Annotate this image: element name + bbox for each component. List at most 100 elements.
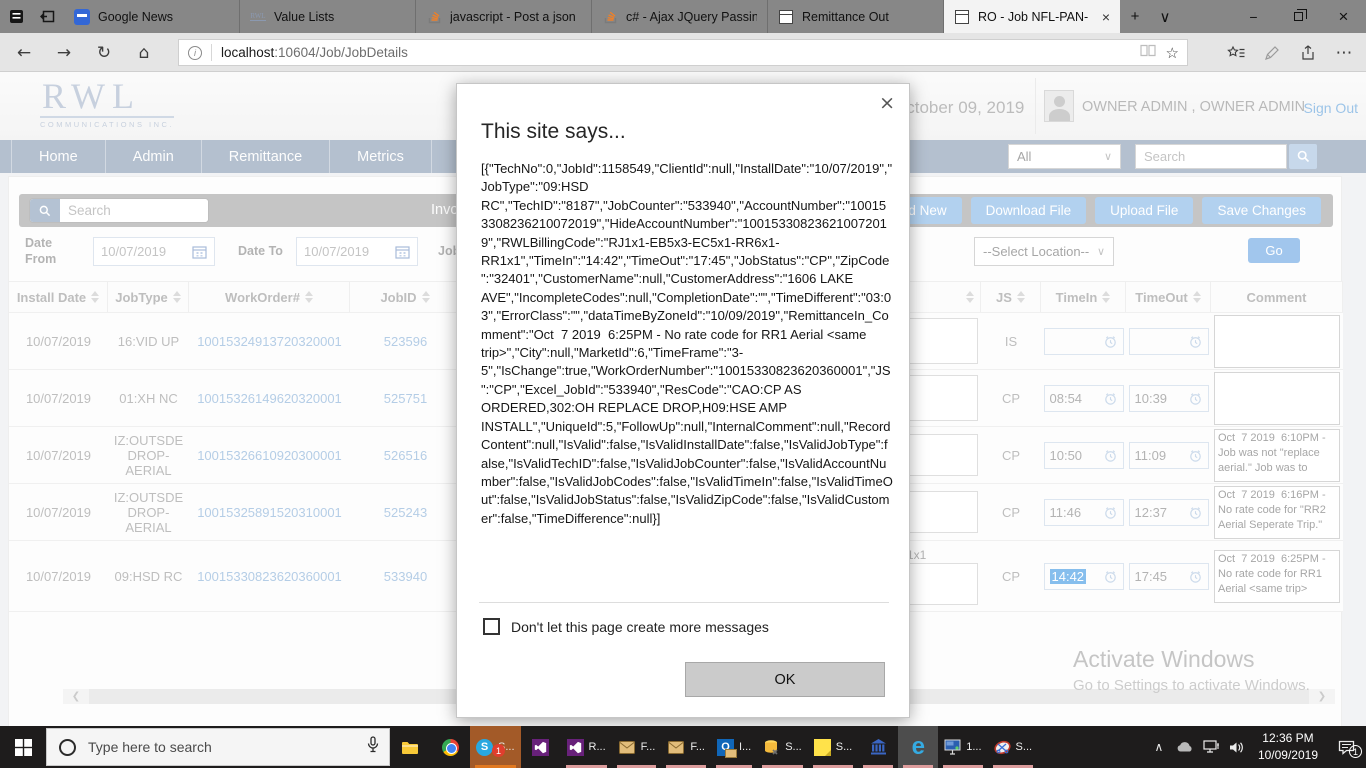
site-info-icon[interactable]: i — [188, 45, 202, 60]
onedrive-icon[interactable] — [1172, 726, 1198, 768]
bank-app-button[interactable] — [858, 726, 898, 768]
folder-icon — [402, 741, 418, 754]
bank-icon — [870, 739, 886, 755]
sql-server-button[interactable]: S... — [757, 726, 808, 768]
close-window-button[interactable]: × — [1321, 0, 1366, 33]
url-field[interactable]: i localhost :10604/Job/JobDetails ☆ — [178, 39, 1188, 66]
tab-label: javascript - Post a json — [450, 9, 576, 24]
mail-window-button-1[interactable]: F... — [612, 726, 662, 768]
snipping-tool-button[interactable]: S... — [988, 726, 1039, 768]
annotate-pen-icon[interactable] — [1254, 33, 1290, 72]
divider — [479, 602, 889, 603]
divider — [211, 44, 212, 61]
clock-date: 10/09/2019 — [1257, 748, 1318, 762]
favorites-hub-icon[interactable] — [1218, 33, 1254, 72]
screen: Google News RWL Value Lists javascript -… — [0, 0, 1366, 768]
add-favorite-star-icon[interactable]: ☆ — [1166, 44, 1179, 62]
chrome-button[interactable] — [430, 726, 470, 768]
visual-studio-button[interactable] — [521, 726, 561, 768]
chrome-icon — [441, 738, 459, 756]
taskbar-search[interactable] — [46, 728, 390, 766]
taskbar-search-input[interactable] — [86, 738, 357, 756]
ok-button[interactable]: OK — [685, 662, 885, 697]
suppress-messages-label: Don't let this page create more messages — [511, 618, 769, 635]
browser-tab-javascript-post[interactable]: javascript - Post a json — [416, 0, 592, 33]
tab-close-icon[interactable]: × — [1096, 9, 1110, 25]
edge-button[interactable]: e — [898, 726, 939, 768]
dialog-message: [{"TechNo":0,"JobId":1158549,"ClientId":… — [481, 161, 893, 526]
clock[interactable]: 12:36 PM 10/09/2019 — [1250, 730, 1326, 764]
windows-logo-icon — [14, 738, 32, 756]
sticky-notes-button[interactable]: S... — [808, 726, 859, 768]
outlook-button[interactable]: O I... — [711, 726, 757, 768]
windows-taskbar: S 1 S... R... F... F... OI... S... S... … — [0, 726, 1366, 768]
remote-window-button[interactable]: 1... — [938, 726, 987, 768]
browser-tab-active-ro-job[interactable]: RO - Job NFL-PAN- × — [944, 0, 1120, 33]
envelope-icon — [668, 740, 685, 754]
google-news-icon — [74, 8, 90, 25]
skype-button[interactable]: S 1 S... — [470, 726, 521, 768]
sql-database-icon — [765, 739, 778, 755]
rwl-favicon: RWL — [250, 11, 266, 21]
browser-tab-value-lists[interactable]: RWL Value Lists — [240, 0, 416, 33]
microphone-icon[interactable] — [367, 736, 379, 758]
edge-icon: e — [911, 733, 925, 760]
action-center-button[interactable]: 1 — [1326, 739, 1366, 758]
browser-tab-google-news[interactable]: Google News — [64, 0, 240, 33]
dialog-title: This site says... — [481, 120, 626, 143]
new-tab-button[interactable]: + — [1120, 0, 1150, 33]
share-icon[interactable] — [1290, 33, 1326, 72]
tray-expand-icon[interactable]: ∧ — [1146, 726, 1172, 768]
tab-preview-icon[interactable] — [36, 0, 60, 33]
tab-list-chevron-icon[interactable]: ∨ — [1150, 0, 1180, 33]
suppress-messages-checkbox[interactable] — [483, 618, 500, 635]
home-icon[interactable]: ⌂ — [126, 33, 162, 72]
browser-address-bar: ← → ↻ ⌂ i localhost :10604/Job/JobDetail… — [0, 33, 1366, 72]
scissors-icon — [993, 740, 1011, 754]
notification-badge: 1 — [1349, 745, 1362, 758]
envelope-icon — [618, 740, 635, 754]
restore-button[interactable] — [1276, 0, 1321, 33]
outlook-icon: O — [716, 738, 737, 758]
activate-windows-watermark: Activate Windows Go to Settings to activ… — [1073, 646, 1310, 694]
stackoverflow-icon — [426, 9, 442, 25]
cortana-icon[interactable] — [59, 738, 76, 756]
refresh-icon[interactable]: ↻ — [86, 33, 122, 72]
alert-dialog: × This site says... [{"TechNo":0,"JobId"… — [456, 83, 910, 718]
mail-window-button-2[interactable]: F... — [661, 726, 711, 768]
url-host: localhost — [221, 45, 275, 60]
browser-tab-csharp-ajax[interactable]: c# - Ajax JQuery Passin — [592, 0, 768, 33]
file-explorer-button[interactable] — [390, 726, 430, 768]
skype-icon: S — [476, 738, 493, 756]
visual-studio-icon — [566, 738, 584, 756]
more-options-icon[interactable]: ⋯ — [1326, 33, 1362, 72]
browser-tab-remittance-out[interactable]: Remittance Out — [768, 0, 944, 33]
system-tray: ∧ 12:36 PM 10/09/2019 1 — [1146, 726, 1366, 768]
tab-label: Remittance Out — [802, 9, 889, 24]
window-controls: − × — [1231, 0, 1366, 33]
browser-tab-bar: Google News RWL Value Lists javascript -… — [0, 0, 1366, 33]
tab-label: c# - Ajax JQuery Passin — [626, 9, 757, 24]
back-icon[interactable]: ← — [6, 33, 42, 72]
monitor-icon — [944, 739, 961, 755]
tabs-aside-icon[interactable] — [4, 0, 28, 33]
dialog-close-icon[interactable]: × — [879, 92, 895, 114]
page-icon — [778, 9, 794, 25]
skype-badge: 1 — [492, 744, 505, 757]
reading-view-icon[interactable] — [1139, 44, 1156, 62]
tab-label: Value Lists — [274, 9, 335, 24]
forward-icon[interactable]: → — [46, 33, 82, 72]
start-button[interactable] — [0, 726, 46, 768]
suppress-messages-row: Don't let this page create more messages — [483, 618, 769, 635]
tab-label: Google News — [98, 9, 174, 24]
restore-icon — [1294, 9, 1307, 21]
minimize-button[interactable]: − — [1231, 0, 1276, 33]
network-icon[interactable] — [1198, 726, 1224, 768]
visual-studio-window-button[interactable]: R... — [561, 726, 612, 768]
url-path: :10604/Job/JobDetails — [274, 45, 408, 60]
page-icon — [954, 9, 970, 25]
sticky-note-icon — [813, 738, 831, 756]
volume-icon[interactable] — [1224, 726, 1250, 768]
stackoverflow-icon — [602, 9, 618, 25]
tab-label: RO - Job NFL-PAN- — [978, 9, 1089, 24]
